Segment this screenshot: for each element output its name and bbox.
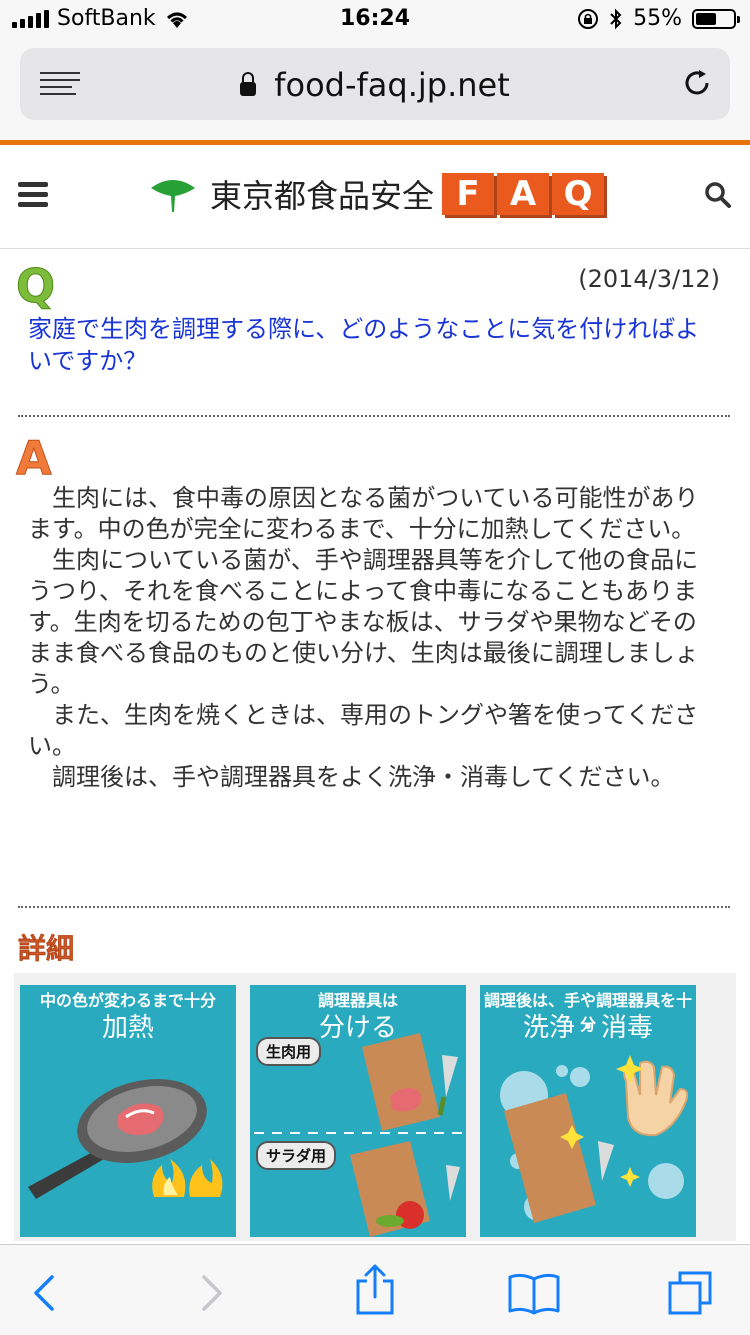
divider [18, 906, 730, 908]
answer-mark-label: A [16, 431, 53, 486]
status-right: 55% [577, 6, 740, 31]
site-header: 東京都食品安全 F A Q [0, 145, 750, 249]
browser-toolbar [0, 1244, 750, 1335]
illustration-separate: 調理器具は 分ける 生肉用 サラダ用 [250, 985, 466, 1237]
cutting-boards-icon [254, 1033, 462, 1237]
divider [18, 415, 730, 417]
faq-letter-q: Q [552, 173, 605, 215]
tabs-icon[interactable] [666, 1271, 716, 1315]
back-icon[interactable] [20, 1271, 70, 1315]
reload-icon[interactable] [682, 68, 712, 98]
bluetooth-icon [610, 8, 622, 29]
washing-hand-icon [500, 1055, 689, 1223]
battery-icon [692, 8, 740, 29]
answer-paragraph: 調理後は、手や調理器具をよく洗浄・消毒してください。 [52, 763, 675, 791]
address-bar[interactable]: food-faq.jp.net [20, 48, 730, 120]
site-logo[interactable]: 東京都食品安全 F A Q [148, 171, 607, 217]
answer-paragraph: 生肉には、食中毒の原因となる菌がついている可能性があります。中の色が完全に変わる… [28, 484, 699, 543]
ginkgo-leaf-icon [151, 180, 195, 212]
faq-letter-a: A [497, 173, 550, 215]
illustration-strip: 中の色が変わるまで十分 加熱 調理器具は 分ける 生肉用 サラダ用 調理後は、手… [14, 973, 736, 1241]
lock-icon [240, 72, 257, 96]
answer-text: 生肉には、食中毒の原因となる菌がついている可能性があります。中の色が完全に変わる… [28, 483, 718, 793]
answer-paragraph: 生肉についている菌が、手や調理器具等を介して他の食品にうつり、それを食べることに… [28, 546, 699, 698]
illustration-wash: 調理後は、手や調理器具を十分 洗浄・消毒 [480, 985, 696, 1237]
url-text: food-faq.jp.net [274, 66, 510, 104]
question-mark-label: Q [15, 259, 56, 314]
url-display[interactable]: food-faq.jp.net [20, 66, 730, 104]
logo-text: 東京都食品安全 [210, 177, 435, 215]
detail-heading: 詳細 [18, 932, 75, 966]
battery-percent: 55% [633, 6, 682, 31]
panel-caption-large: 加熱 [101, 1013, 154, 1043]
browser-address-area: food-faq.jp.net [0, 40, 750, 140]
share-icon[interactable] [350, 1263, 400, 1315]
illustration-heat: 中の色が変わるまで十分 加熱 [20, 985, 236, 1237]
faq-letter-f: F [442, 173, 495, 215]
question-link[interactable]: 家庭で生肉を調理する際に、どのようなことに気を付ければよいですか？ [28, 313, 718, 377]
frying-pan-icon [28, 1079, 223, 1199]
menu-icon[interactable] [18, 180, 48, 210]
forward-icon[interactable] [186, 1271, 236, 1315]
answer-paragraph: また、生肉を焼くときは、専用のトングや箸を使ってください。 [28, 701, 699, 760]
search-icon[interactable] [704, 181, 732, 209]
question-date: (2014/3/12) [578, 265, 720, 293]
bookmarks-icon[interactable] [506, 1271, 562, 1315]
status-bar: SoftBank 16:24 55% [0, 0, 750, 40]
battery-fill [696, 12, 716, 25]
orientation-lock-icon [578, 8, 599, 29]
